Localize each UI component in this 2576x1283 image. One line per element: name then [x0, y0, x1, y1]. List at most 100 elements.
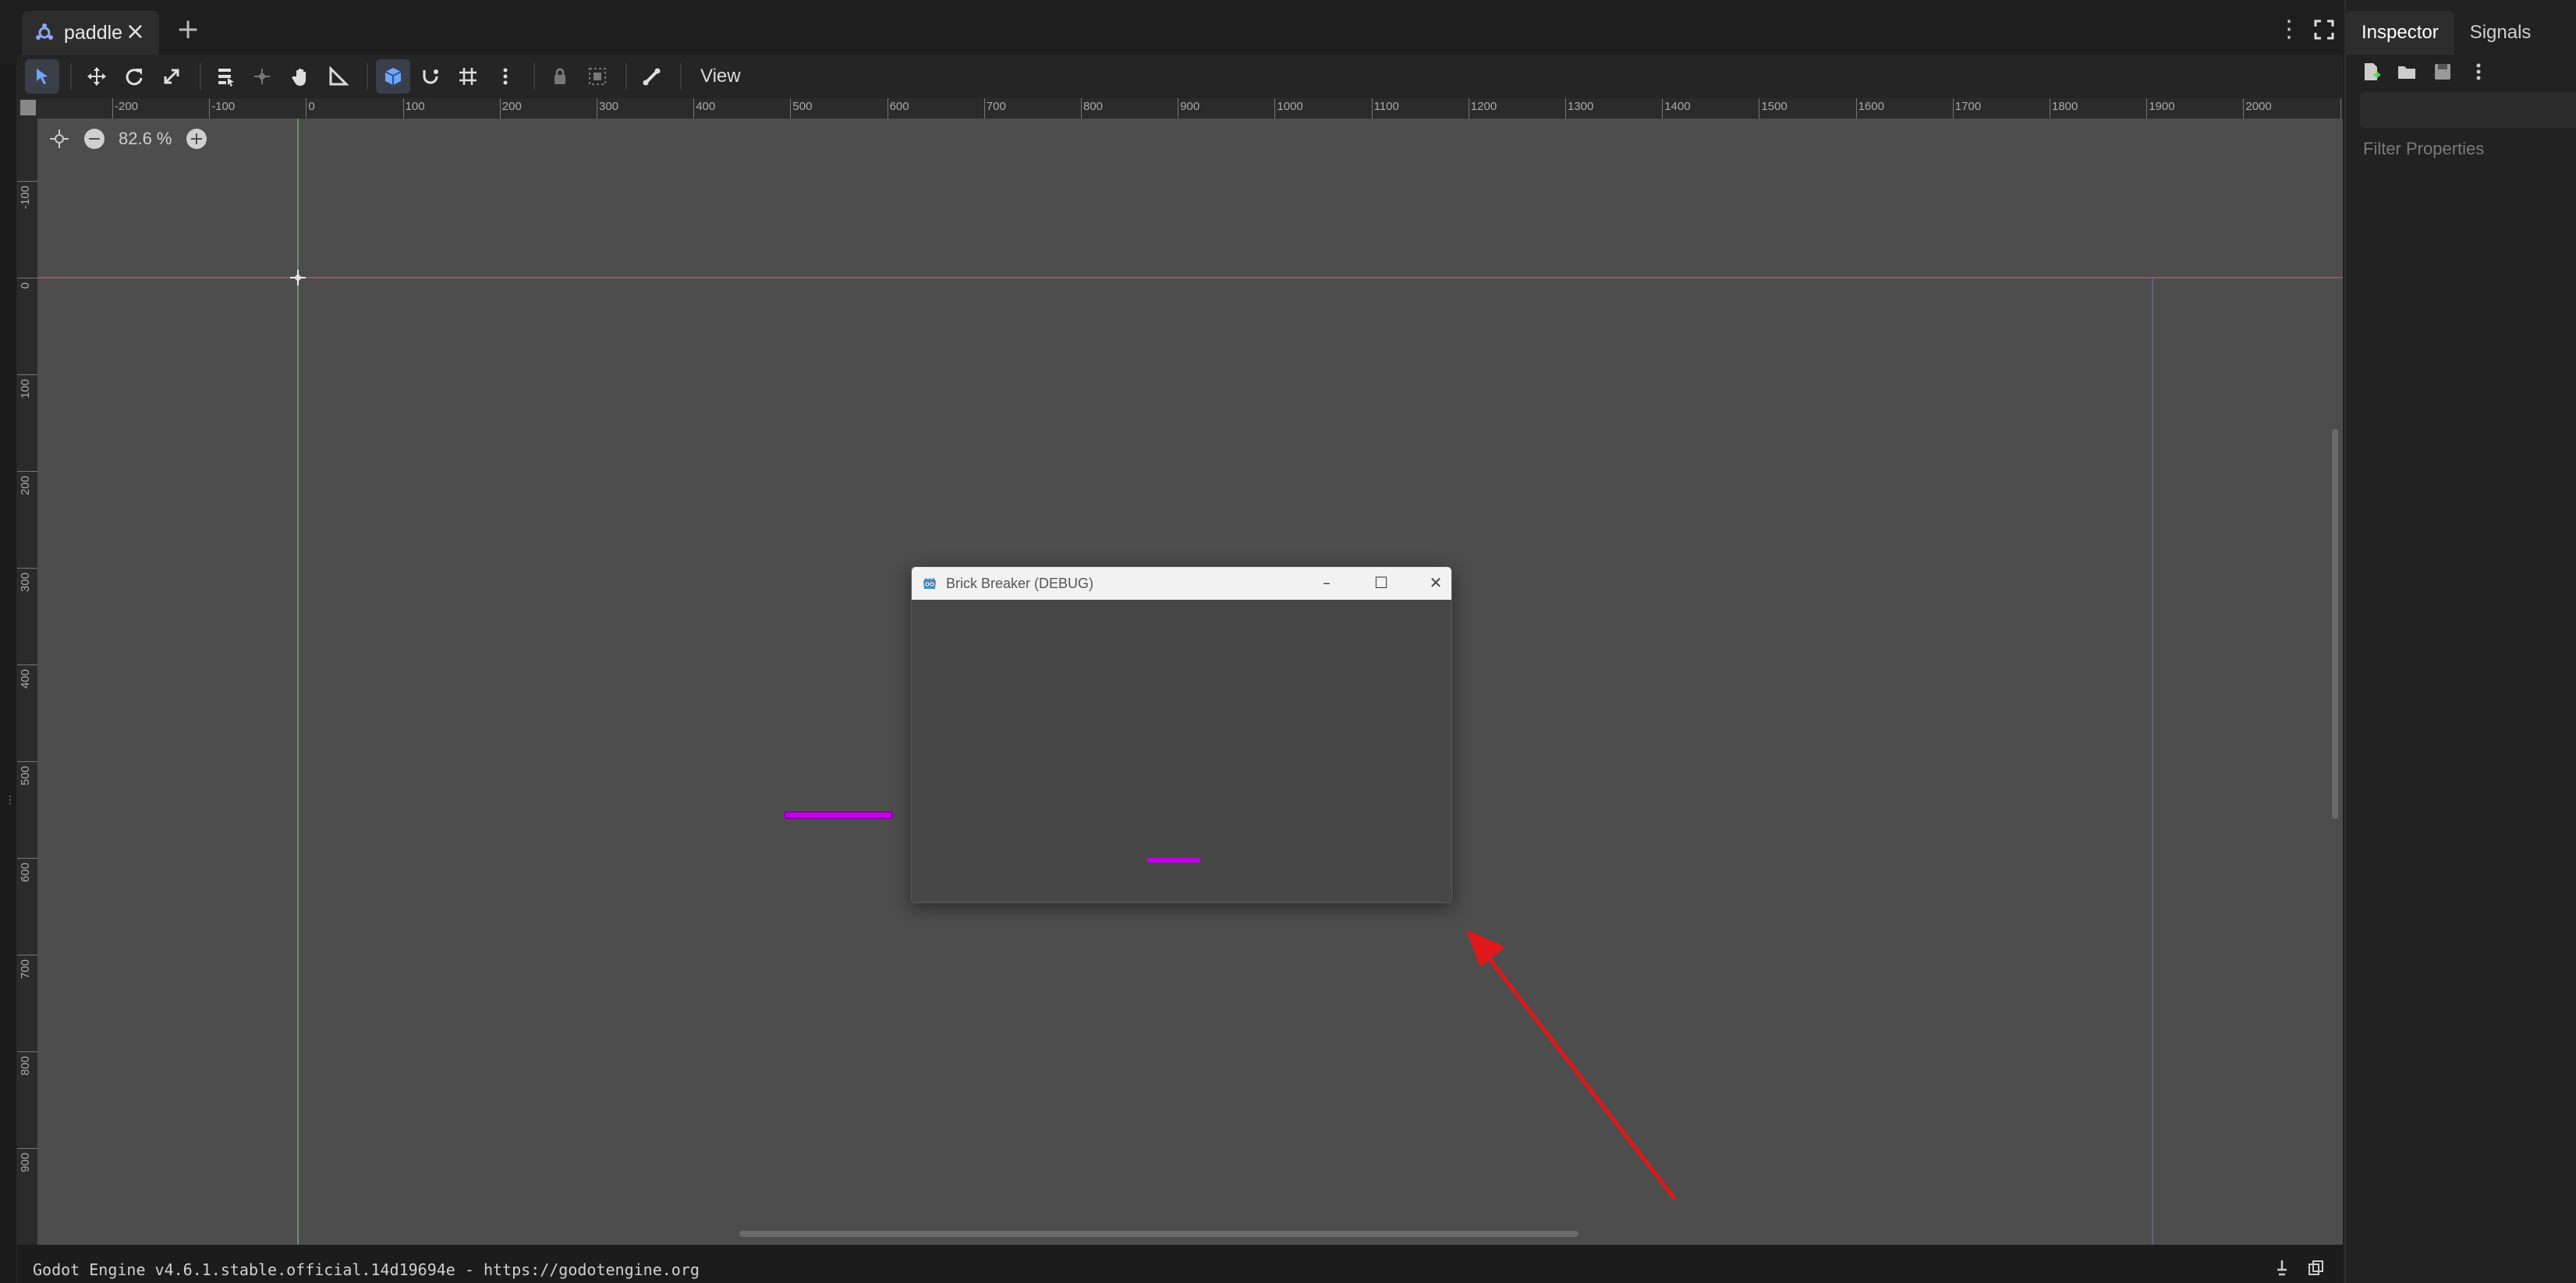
tab-signals[interactable]: Signals [2454, 11, 2547, 55]
maximize-icon[interactable]: ☐ [1366, 573, 1397, 592]
ruler-x-label: 1800 [2052, 100, 2078, 113]
pan-tool-button[interactable] [284, 59, 318, 94]
snap-options-button[interactable] [488, 59, 523, 94]
horizontal-scrollbar[interactable] [739, 1231, 1579, 1237]
ruler-y-label: -100 [19, 186, 32, 210]
zoom-in-icon[interactable] [186, 129, 207, 149]
snap-icon [384, 68, 402, 85]
scale-icon [164, 69, 179, 84]
ruler-y-label: 0 [19, 282, 32, 289]
ruler-y-label: 400 [19, 669, 32, 689]
vertical-scrollbar[interactable] [2332, 429, 2338, 819]
ruler-tick [17, 1148, 37, 1149]
add-tab-icon[interactable]: + [176, 14, 200, 45]
save-icon[interactable] [2432, 61, 2454, 83]
node2d-icon [36, 23, 53, 40]
move-icon [87, 67, 106, 86]
pointer-icon [37, 69, 48, 84]
tab-inspector[interactable]: Inspector [2346, 11, 2454, 55]
group-button[interactable] [580, 59, 615, 94]
more-options-icon[interactable] [2468, 61, 2489, 83]
zoom-out-icon[interactable] [84, 129, 105, 149]
close-icon[interactable]: × [126, 20, 145, 44]
game-paddle [1147, 858, 1200, 863]
ruler-tick [17, 761, 37, 762]
left-dock-strip: ⋮ ⋮ [0, 0, 17, 1283]
x-axis-line [37, 277, 2343, 278]
resource-path-field[interactable] [2360, 92, 2576, 128]
list-select-icon [218, 69, 234, 87]
ruler-x-label: 0 [308, 100, 315, 113]
filter-properties-input[interactable]: Filter Properties [2363, 139, 2484, 159]
grid-toggle-button[interactable] [451, 59, 485, 94]
ruler-icon [329, 66, 349, 86]
ruler-x-label: 1300 [1568, 100, 1594, 113]
rotate-icon [126, 69, 143, 86]
toolbar-separator [680, 63, 682, 90]
ruler-y-label: 200 [19, 476, 32, 496]
more-options-icon[interactable]: ⋮ [2277, 16, 2301, 43]
minimize-icon[interactable]: – [1311, 573, 1342, 592]
ruler-y-label: 300 [19, 572, 32, 593]
canvas-toolbar: View [17, 55, 2343, 98]
pivot-button[interactable] [246, 59, 281, 94]
list-select-button[interactable] [209, 59, 243, 94]
ruler-tick [2243, 98, 2245, 119]
ruler-tick [790, 98, 792, 119]
ruler-x-label: 600 [889, 100, 909, 113]
ruler-tick [1662, 98, 1664, 119]
origin-marker-icon [290, 270, 306, 285]
viewport-bound-line [2152, 278, 2153, 1245]
ruler-tick [17, 471, 37, 472]
ruler-x-label: -100 [211, 100, 236, 113]
toolbar-separator [70, 63, 72, 90]
move-tool-button[interactable] [80, 59, 114, 94]
ruler-tick [1952, 98, 1954, 119]
ruler-x-label: 1900 [2149, 100, 2175, 113]
select-tool-button[interactable] [25, 59, 59, 94]
center-view-icon[interactable] [48, 128, 70, 150]
fullscreen-icon[interactable] [2313, 19, 2335, 41]
toolbar-separator [533, 63, 535, 90]
copy-icon[interactable] [2307, 1259, 2326, 1278]
new-resource-icon[interactable] [2360, 61, 2382, 83]
paddle-sprite[interactable] [784, 811, 893, 819]
tab-paddle[interactable]: paddle × [22, 11, 159, 55]
pin-icon[interactable] [2273, 1259, 2291, 1278]
zoom-level[interactable]: 82.6 % [119, 129, 172, 149]
ruler-tick [1565, 98, 1566, 119]
version-label: Godot Engine v4.6.1.stable.official.14d1… [33, 1260, 700, 1279]
ruler-x-label: 2000 [2245, 100, 2272, 113]
y-axis-line [297, 119, 299, 1245]
close-icon[interactable]: ✕ [1420, 573, 1451, 592]
ruler-x-label: -200 [115, 100, 139, 113]
ruler-x-label: 1700 [1954, 100, 1982, 113]
game-window[interactable]: Brick Breaker (DEBUG) – ☐ ✕ [911, 566, 1452, 903]
lock-button[interactable] [543, 59, 577, 94]
ruler-tick [17, 1051, 37, 1052]
ruler-x-label: 500 [792, 100, 813, 113]
ruler-tick [2146, 98, 2148, 119]
open-folder-icon[interactable] [2396, 61, 2418, 83]
ruler-tick [1855, 98, 1857, 119]
grid-snap-button[interactable] [413, 59, 448, 94]
ruler-x-label: 700 [986, 100, 1006, 113]
ruler-tool-button[interactable] [321, 59, 356, 94]
skeleton-button[interactable] [635, 59, 669, 94]
ruler-y-label: 600 [19, 863, 32, 883]
ruler-y-label: 500 [19, 766, 32, 786]
ruler-tick [1371, 98, 1373, 119]
ruler-tick [17, 568, 37, 569]
toolbar-separator [200, 63, 201, 90]
toolbar-separator [367, 63, 368, 90]
grip-icon[interactable]: ⋮ [5, 794, 16, 816]
rotate-tool-button[interactable] [117, 59, 151, 94]
smart-snap-button[interactable] [376, 59, 410, 94]
ruler-x-label: 1100 [1373, 100, 1399, 113]
godot-logo-icon [923, 578, 936, 589]
scale-tool-button[interactable] [154, 59, 189, 94]
ruler-y-label: 100 [19, 379, 32, 399]
ruler-y-label: 900 [19, 1153, 32, 1173]
game-window-titlebar[interactable]: Brick Breaker (DEBUG) – ☐ ✕ [912, 567, 1451, 600]
view-menu[interactable]: View [689, 66, 752, 87]
